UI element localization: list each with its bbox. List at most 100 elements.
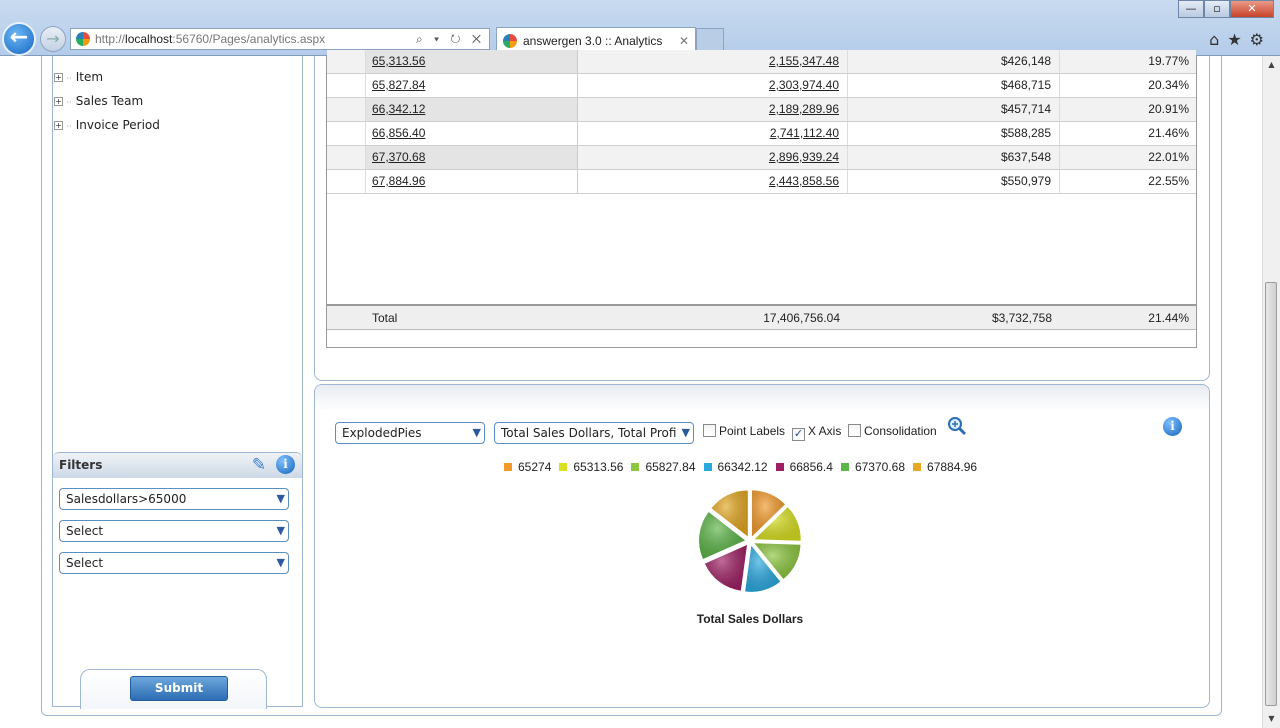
table-row: 65,827.84 2,303,974.40 $468,715 20.34% [327, 74, 1196, 98]
point-labels-label: Point Labels [719, 424, 786, 438]
row-profit: $637,548 [848, 146, 1060, 169]
tab-favicon-icon [503, 34, 517, 48]
legend-item: 65827.84 [631, 459, 696, 475]
row-indicator [327, 122, 366, 145]
gear-icon[interactable]: ⚙ [1250, 30, 1272, 49]
expand-icon[interactable]: + [54, 73, 63, 82]
expand-icon[interactable]: + [54, 97, 63, 106]
table-row: 67,370.68 2,896,939.24 $637,548 22.01% [327, 146, 1196, 170]
legend-swatch [504, 463, 512, 471]
chart-panel-header [315, 385, 1209, 411]
row-profit: $468,715 [848, 74, 1060, 97]
row-sales-link[interactable]: 2,896,939.24 [578, 146, 848, 169]
site-favicon-icon [76, 32, 90, 46]
chart-info-icon[interactable]: i [1163, 417, 1182, 436]
row-pct: 19.77% [1148, 54, 1189, 68]
back-button[interactable]: ← [2, 22, 36, 56]
tab-title: answergen 3.0 :: Analytics [523, 34, 663, 48]
row-indicator [327, 74, 366, 97]
row-sales-link[interactable]: 2,303,974.40 [578, 74, 848, 97]
checkbox-icon[interactable] [703, 424, 716, 437]
chart-title: Total Sales Dollars [696, 612, 804, 626]
row-indicator [327, 50, 366, 73]
row-key-link[interactable]: 66,342.12 [366, 98, 578, 121]
row-profit: $550,979 [848, 170, 1060, 193]
legend-label: 67884.96 [927, 460, 978, 474]
chart-type-select[interactable]: ExplodedPies ▼ [335, 422, 485, 444]
scroll-down-icon[interactable]: ▼ [1263, 712, 1280, 726]
tree-item-label: Item [75, 70, 104, 84]
address-controls-icon[interactable]: ⌕ ▾ ↻ ✕ [416, 29, 485, 49]
table-row: 67,884.96 2,443,858.56 $550,979 22.55% [327, 170, 1196, 194]
row-pct: 20.91% [1148, 102, 1189, 116]
consolidation-label: Consolidation [864, 424, 937, 438]
legend-swatch [703, 463, 712, 471]
row-key-link[interactable]: 67,370.68 [366, 146, 578, 169]
chart-type-value: ExplodedPies [342, 426, 422, 440]
row-key-link[interactable]: 66,856.40 [366, 122, 578, 145]
row-pct: 22.01% [1148, 150, 1189, 164]
pie-chart [699, 490, 801, 592]
tree-item-invoice-period[interactable]: + ·· Invoice Period [54, 117, 160, 133]
row-key-link[interactable]: 65,313.56 [366, 50, 578, 73]
row-pct: 22.55% [1148, 174, 1189, 188]
measure-select[interactable]: Total Sales Dollars, Total Profi ▼ [494, 422, 694, 444]
point-labels-checkbox[interactable]: Point Labels [703, 423, 785, 439]
star-icon[interactable]: ★ [1227, 30, 1249, 49]
row-key-link[interactable]: 67,884.96 [366, 170, 578, 193]
scroll-up-icon[interactable]: ▲ [1263, 58, 1280, 72]
url-prefix: http:// [95, 32, 126, 46]
row-pct: 21.46% [1148, 126, 1189, 140]
row-profit: $588,285 [848, 122, 1060, 145]
row-sales-link[interactable]: 2,443,858.56 [578, 170, 848, 193]
filter-select-2[interactable]: Select ▼ [59, 520, 289, 542]
table-row: 66,856.40 2,741,112.40 $588,285 21.46% [327, 122, 1196, 146]
submit-button[interactable]: Submit [130, 676, 228, 701]
minimize-button[interactable]: — [1178, 0, 1204, 18]
edit-pencil-icon[interactable]: ✎ [248, 454, 270, 476]
legend-label: 67370.68 [854, 460, 906, 474]
tree-item-item[interactable]: + ·· Item [54, 69, 103, 85]
legend-swatch [775, 463, 784, 471]
row-sales-link[interactable]: 2,189,289.96 [578, 98, 848, 121]
zoom-in-icon[interactable] [947, 416, 967, 436]
filter-select-value: Salesdollars>65000 [66, 492, 187, 506]
url-host: localhost [125, 32, 173, 46]
left-panel [52, 56, 303, 707]
legend-item: 65313.56 [559, 459, 623, 475]
legend-label: 65313.56 [573, 460, 624, 474]
row-sales-link[interactable]: 2,741,112.40 [578, 122, 848, 145]
measure-value: Total Sales Dollars, Total Profi [501, 426, 677, 440]
tree-item-label: Sales Team [75, 94, 144, 108]
row-sales-link[interactable]: 2,155,347.48 [578, 50, 848, 73]
filter-select-1[interactable]: Salesdollars>65000 ▼ [59, 488, 289, 510]
legend-item: 66342.12 [703, 459, 768, 475]
close-window-button[interactable]: ✕ [1230, 0, 1274, 18]
home-icon[interactable]: ⌂ [1209, 30, 1227, 49]
maximize-button[interactable]: ▫ [1204, 0, 1230, 18]
legend-label: 66342.12 [717, 460, 768, 474]
info-icon[interactable]: i [276, 455, 295, 474]
row-indicator [327, 170, 366, 193]
filter-select-3[interactable]: Select ▼ [59, 552, 289, 574]
forward-button[interactable]: → [40, 26, 66, 52]
address-bar[interactable]: http://localhost:56760/Pages/analytics.a… [70, 28, 490, 50]
legend-swatch [631, 463, 640, 471]
chevron-down-icon: ▼ [681, 426, 690, 439]
x-axis-checkbox[interactable]: ✓ X Axis [792, 423, 841, 441]
legend-label: 65274 [518, 460, 552, 474]
checkbox-icon[interactable] [848, 424, 861, 437]
checkbox-icon[interactable]: ✓ [792, 428, 805, 441]
expand-icon[interactable]: + [54, 121, 63, 130]
legend-swatch [913, 463, 922, 471]
chevron-down-icon: ▼ [276, 492, 285, 505]
row-key-link[interactable]: 65,827.84 [366, 74, 578, 97]
legend-label: 65827.84 [645, 460, 696, 474]
tree-item-sales-team[interactable]: + ·· Sales Team [54, 93, 143, 109]
filters-title: Filters [59, 458, 103, 472]
legend-item: 67884.96 [913, 459, 977, 475]
legend-label: 66856.4 [789, 460, 833, 474]
scrollbar-thumb[interactable] [1265, 282, 1277, 706]
chevron-down-icon: ▼ [276, 556, 285, 569]
consolidation-checkbox[interactable]: Consolidation [848, 423, 937, 439]
